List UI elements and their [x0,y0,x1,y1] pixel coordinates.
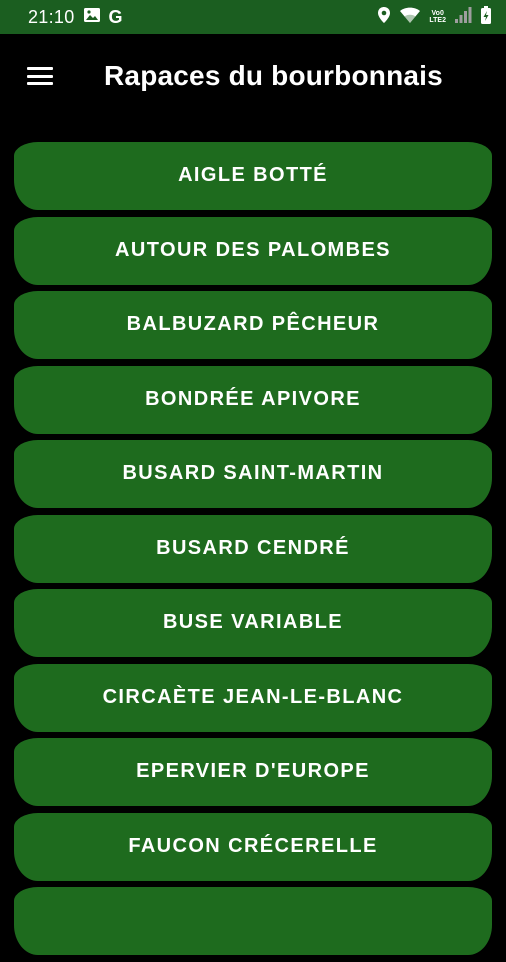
bird-button-busard-saint-martin[interactable]: BUSARD SAINT-MARTIN [14,440,492,508]
volte-line1: Vo0 [431,10,444,17]
image-icon [83,7,101,28]
bird-list: AIGLE BOTTÉ AUTOUR DES PALOMBES BALBUZAR… [14,142,492,962]
bird-button-bondree-apivore[interactable]: BONDRÉE APIVORE [14,365,492,434]
bird-button-partial[interactable] [14,887,492,955]
bird-button-circaete-jean-le-blanc[interactable]: CIRCAÈTE JEAN-LE-BLANC [14,663,492,732]
battery-icon [480,5,492,29]
bird-button-faucon-crecerelle[interactable]: FAUCON CRÉCERELLE [14,812,492,881]
status-right: Vo0 LTE2 [377,5,492,29]
bird-button-buse-variable[interactable]: BUSE VARIABLE [14,589,492,657]
menu-button[interactable] [10,46,70,106]
page-title: Rapaces du bourbonnais [104,60,443,91]
signal-icon [454,6,472,28]
bird-button-autour-des-palombes[interactable]: AUTOUR DES PALOMBES [14,216,492,285]
status-time: 21:10 [28,6,75,27]
google-icon: G [108,6,123,27]
wifi-icon [399,6,421,29]
hamburger-menu-icon [27,67,53,85]
volte-line2: LTE2 [429,17,446,24]
status-bar: 21:10 G Vo0 LTE2 [0,0,506,34]
location-icon [377,6,391,29]
bird-button-epervier-d-europe[interactable]: EPERVIER D'EUROPE [14,738,492,806]
app-bar: Rapaces du bourbonnais [0,34,506,118]
volte-icon: Vo0 LTE2 [429,10,446,24]
bird-button-busard-cendre[interactable]: BUSARD CENDRÉ [14,514,492,583]
bird-button-aigle-botte[interactable]: AIGLE BOTTÉ [14,142,492,210]
status-left: 21:10 G [28,7,123,28]
bird-button-balbuzard-pecheur[interactable]: BALBUZARD PÊCHEUR [14,291,492,359]
